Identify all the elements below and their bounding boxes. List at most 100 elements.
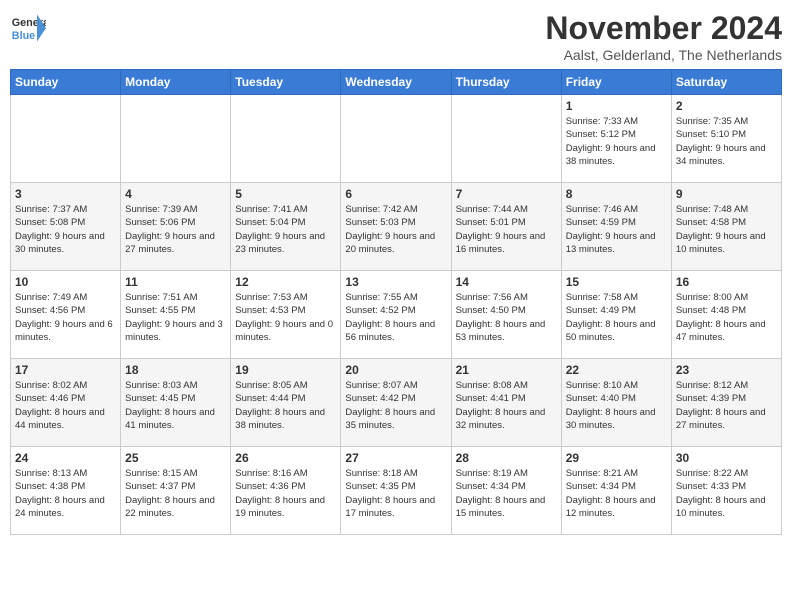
day-info: Sunrise: 7:42 AM Sunset: 5:03 PM Dayligh… <box>345 203 446 256</box>
day-info: Sunrise: 8:07 AM Sunset: 4:42 PM Dayligh… <box>345 379 446 432</box>
calendar-cell: 21Sunrise: 8:08 AM Sunset: 4:41 PM Dayli… <box>451 359 561 447</box>
logo-icon: General Blue <box>10 10 46 46</box>
day-number: 22 <box>566 363 667 377</box>
calendar-cell <box>121 95 231 183</box>
day-header-sunday: Sunday <box>11 70 121 95</box>
day-info: Sunrise: 7:44 AM Sunset: 5:01 PM Dayligh… <box>456 203 557 256</box>
day-number: 30 <box>676 451 777 465</box>
day-header-saturday: Saturday <box>671 70 781 95</box>
day-number: 5 <box>235 187 336 201</box>
calendar-cell: 7 Sunrise: 7:44 AM Sunset: 5:01 PM Daylig… <box>451 183 561 271</box>
day-number: 27 <box>345 451 446 465</box>
calendar-cell <box>231 95 341 183</box>
calendar-week-3: 10Sunrise: 7:49 AM Sunset: 4:56 PM Dayli… <box>11 271 782 359</box>
calendar-cell: 26 Sunrise: 8:16 AM Sunset: 4:36 PM Dayli… <box>231 447 341 535</box>
day-info: Sunrise: 8:18 AM Sunset: 4:35 PM Dayligh… <box>345 467 446 520</box>
day-number: 7 <box>456 187 557 201</box>
logo: General Blue <box>10 10 46 46</box>
day-number: 4 <box>125 187 226 201</box>
calendar-cell: 11Sunrise: 7:51 AM Sunset: 4:55 PM Dayli… <box>121 271 231 359</box>
day-info: Sunrise: 7:56 AM Sunset: 4:50 PM Dayligh… <box>456 291 557 344</box>
day-number: 28 <box>456 451 557 465</box>
calendar-cell: 18 Sunrise: 8:03 AM Sunset: 4:45 PM Dayli… <box>121 359 231 447</box>
calendar-cell: 3 Sunrise: 7:37 AM Sunset: 5:08 PM Daylig… <box>11 183 121 271</box>
day-info: Sunrise: 7:49 AM Sunset: 4:56 PM Dayligh… <box>15 291 116 344</box>
calendar-cell: 5 Sunrise: 7:41 AM Sunset: 5:04 PM Daylig… <box>231 183 341 271</box>
day-info: Sunrise: 8:03 AM Sunset: 4:45 PM Dayligh… <box>125 379 226 432</box>
calendar-cell: 14 Sunrise: 7:56 AM Sunset: 4:50 PM Dayli… <box>451 271 561 359</box>
calendar-cell: 13 Sunrise: 7:55 AM Sunset: 4:52 PM Dayli… <box>341 271 451 359</box>
day-header-friday: Friday <box>561 70 671 95</box>
calendar-cell: 15 Sunrise: 7:58 AM Sunset: 4:49 PM Dayli… <box>561 271 671 359</box>
day-info: Sunrise: 7:33 AM Sunset: 5:12 PM Dayligh… <box>566 115 667 168</box>
day-info: Sunrise: 7:35 AM Sunset: 5:10 PM Dayligh… <box>676 115 777 168</box>
day-number: 2 <box>676 99 777 113</box>
day-info: Sunrise: 8:00 AM Sunset: 4:48 PM Dayligh… <box>676 291 777 344</box>
calendar-cell: 17 Sunrise: 8:02 AM Sunset: 4:46 PM Dayli… <box>11 359 121 447</box>
day-number: 26 <box>235 451 336 465</box>
day-info: Sunrise: 7:37 AM Sunset: 5:08 PM Dayligh… <box>15 203 116 256</box>
day-number: 23 <box>676 363 777 377</box>
day-info: Sunrise: 7:55 AM Sunset: 4:52 PM Dayligh… <box>345 291 446 344</box>
day-number: 14 <box>456 275 557 289</box>
calendar-cell: 8Sunrise: 7:46 AM Sunset: 4:59 PM Daylig… <box>561 183 671 271</box>
calendar-cell: 19 Sunrise: 8:05 AM Sunset: 4:44 PM Dayli… <box>231 359 341 447</box>
day-number: 6 <box>345 187 446 201</box>
calendar-cell: 24Sunrise: 8:13 AM Sunset: 4:38 PM Dayli… <box>11 447 121 535</box>
calendar-week-2: 3 Sunrise: 7:37 AM Sunset: 5:08 PM Daylig… <box>11 183 782 271</box>
day-info: Sunrise: 7:53 AM Sunset: 4:53 PM Dayligh… <box>235 291 336 344</box>
calendar-cell: 6 Sunrise: 7:42 AM Sunset: 5:03 PM Daylig… <box>341 183 451 271</box>
calendar-cell: 10Sunrise: 7:49 AM Sunset: 4:56 PM Dayli… <box>11 271 121 359</box>
day-info: Sunrise: 7:58 AM Sunset: 4:49 PM Dayligh… <box>566 291 667 344</box>
calendar-table: SundayMondayTuesdayWednesdayThursdayFrid… <box>10 69 782 535</box>
day-info: Sunrise: 8:15 AM Sunset: 4:37 PM Dayligh… <box>125 467 226 520</box>
calendar-header-row: SundayMondayTuesdayWednesdayThursdayFrid… <box>11 70 782 95</box>
day-info: Sunrise: 8:10 AM Sunset: 4:40 PM Dayligh… <box>566 379 667 432</box>
day-number: 18 <box>125 363 226 377</box>
day-info: Sunrise: 8:12 AM Sunset: 4:39 PM Dayligh… <box>676 379 777 432</box>
day-number: 11 <box>125 275 226 289</box>
calendar-cell: 28 Sunrise: 8:19 AM Sunset: 4:34 PM Dayli… <box>451 447 561 535</box>
calendar-cell: 2 Sunrise: 7:35 AM Sunset: 5:10 PM Daylig… <box>671 95 781 183</box>
day-number: 21 <box>456 363 557 377</box>
day-header-thursday: Thursday <box>451 70 561 95</box>
day-info: Sunrise: 7:41 AM Sunset: 5:04 PM Dayligh… <box>235 203 336 256</box>
day-info: Sunrise: 7:46 AM Sunset: 4:59 PM Dayligh… <box>566 203 667 256</box>
calendar-cell: 1 Sunrise: 7:33 AM Sunset: 5:12 PM Daylig… <box>561 95 671 183</box>
day-number: 15 <box>566 275 667 289</box>
calendar-cell: 22 Sunrise: 8:10 AM Sunset: 4:40 PM Dayli… <box>561 359 671 447</box>
day-number: 9 <box>676 187 777 201</box>
day-number: 16 <box>676 275 777 289</box>
calendar-week-1: 1 Sunrise: 7:33 AM Sunset: 5:12 PM Daylig… <box>11 95 782 183</box>
calendar-cell: 20 Sunrise: 8:07 AM Sunset: 4:42 PM Dayli… <box>341 359 451 447</box>
calendar-cell: 29Sunrise: 8:21 AM Sunset: 4:34 PM Dayli… <box>561 447 671 535</box>
day-number: 3 <box>15 187 116 201</box>
calendar-cell: 4 Sunrise: 7:39 AM Sunset: 5:06 PM Daylig… <box>121 183 231 271</box>
calendar-cell <box>451 95 561 183</box>
day-number: 17 <box>15 363 116 377</box>
day-info: Sunrise: 7:39 AM Sunset: 5:06 PM Dayligh… <box>125 203 226 256</box>
calendar-cell: 12 Sunrise: 7:53 AM Sunset: 4:53 PM Dayli… <box>231 271 341 359</box>
day-info: Sunrise: 8:19 AM Sunset: 4:34 PM Dayligh… <box>456 467 557 520</box>
day-number: 12 <box>235 275 336 289</box>
day-number: 20 <box>345 363 446 377</box>
calendar-cell: 9 Sunrise: 7:48 AM Sunset: 4:58 PM Daylig… <box>671 183 781 271</box>
calendar-week-4: 17 Sunrise: 8:02 AM Sunset: 4:46 PM Dayli… <box>11 359 782 447</box>
day-header-monday: Monday <box>121 70 231 95</box>
day-info: Sunrise: 7:48 AM Sunset: 4:58 PM Dayligh… <box>676 203 777 256</box>
day-number: 1 <box>566 99 667 113</box>
day-number: 24 <box>15 451 116 465</box>
calendar-cell: 23 Sunrise: 8:12 AM Sunset: 4:39 PM Dayli… <box>671 359 781 447</box>
day-info: Sunrise: 8:22 AM Sunset: 4:33 PM Dayligh… <box>676 467 777 520</box>
day-info: Sunrise: 8:16 AM Sunset: 4:36 PM Dayligh… <box>235 467 336 520</box>
calendar-cell: 25Sunrise: 8:15 AM Sunset: 4:37 PM Dayli… <box>121 447 231 535</box>
day-info: Sunrise: 8:21 AM Sunset: 4:34 PM Dayligh… <box>566 467 667 520</box>
day-number: 19 <box>235 363 336 377</box>
calendar-week-5: 24Sunrise: 8:13 AM Sunset: 4:38 PM Dayli… <box>11 447 782 535</box>
day-number: 13 <box>345 275 446 289</box>
calendar-cell: 16 Sunrise: 8:00 AM Sunset: 4:48 PM Dayli… <box>671 271 781 359</box>
page-header: General Blue November 2024 Aalst, Gelder… <box>10 10 782 63</box>
day-info: Sunrise: 8:05 AM Sunset: 4:44 PM Dayligh… <box>235 379 336 432</box>
calendar-cell <box>341 95 451 183</box>
day-info: Sunrise: 8:02 AM Sunset: 4:46 PM Dayligh… <box>15 379 116 432</box>
